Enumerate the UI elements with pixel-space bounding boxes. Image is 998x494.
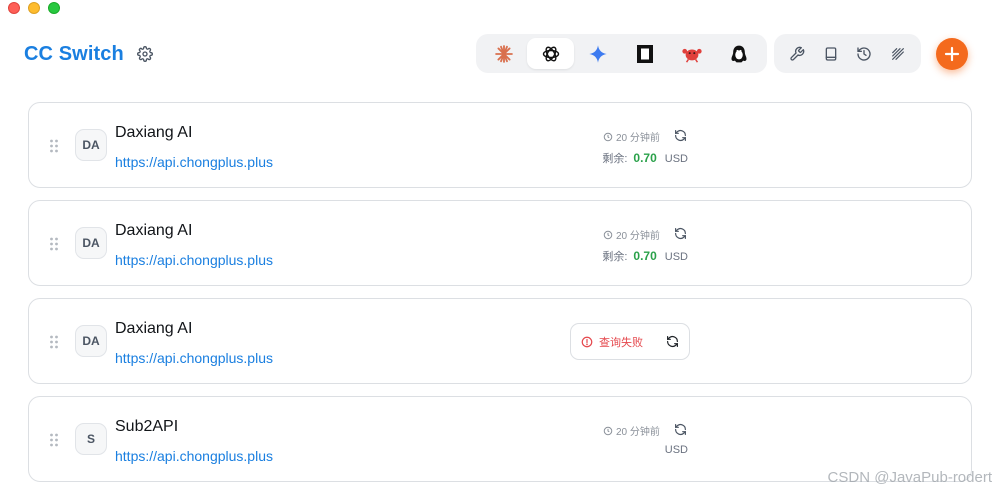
drag-handle-icon[interactable]: [49, 335, 59, 349]
usage-updated-time: 20 分钟前: [603, 423, 660, 438]
refresh-icon: [674, 227, 686, 239]
app-tab-opencode[interactable]: [621, 38, 668, 69]
window-controls: [8, 2, 60, 14]
usage-updated-time: 20 分钟前: [603, 129, 660, 144]
balance: USD: [665, 444, 688, 456]
crab-icon: [681, 48, 702, 63]
clock-icon: [603, 230, 613, 239]
close-window-button[interactable]: [8, 2, 20, 14]
balance: 剩余: 0.70 USD: [602, 150, 688, 166]
openai-icon: [542, 46, 559, 61]
maximize-window-button[interactable]: [48, 2, 60, 14]
provider-card[interactable]: DA Daxiang AI https://api.chongplus.plus…: [28, 200, 972, 286]
penguin-icon: [731, 45, 746, 62]
balance-value: 0.70: [633, 151, 657, 165]
provider-name: Sub2API: [115, 418, 179, 435]
toolbar: [774, 34, 921, 73]
book-icon: [825, 46, 836, 61]
minimize-window-button[interactable]: [28, 2, 40, 14]
prompts-button[interactable]: [884, 40, 912, 68]
claude-icon: [494, 44, 513, 63]
updated-text: 20 分钟前: [616, 231, 660, 242]
updated-text: 20 分钟前: [616, 133, 660, 144]
provider-avatar: DA: [75, 227, 107, 259]
history-button[interactable]: [850, 40, 878, 68]
clock-icon: [603, 132, 613, 141]
plus-icon: [944, 46, 960, 62]
provider-card[interactable]: DA Daxiang AI https://api.chongplus.plus…: [28, 298, 972, 384]
opencode-icon: [636, 44, 653, 63]
app-tab-gemini[interactable]: [574, 38, 621, 69]
balance-currency: USD: [664, 153, 688, 165]
error-text: 查询失败: [599, 336, 643, 349]
balance-label: 剩余:: [602, 251, 628, 263]
settings-button[interactable]: [135, 44, 155, 64]
provider-url-link[interactable]: https://api.chongplus.plus: [115, 350, 273, 366]
refresh-icon: [674, 423, 686, 435]
refresh-usage-button[interactable]: [673, 422, 687, 436]
provider-url-link[interactable]: https://api.chongplus.plus: [115, 154, 273, 170]
app-switcher: [476, 34, 767, 73]
provider-avatar: DA: [75, 325, 107, 357]
alert-circle-icon: [581, 336, 593, 347]
gear-icon: [137, 46, 153, 62]
provider-url-link[interactable]: https://api.chongplus.plus: [115, 448, 273, 464]
balance-value: 0.70: [633, 249, 657, 263]
app-tab-penguin[interactable]: [715, 38, 762, 69]
balance-currency: USD: [664, 251, 688, 263]
app-tab-claude[interactable]: [480, 38, 527, 69]
drag-handle-icon[interactable]: [49, 139, 59, 153]
drag-handle-icon[interactable]: [49, 237, 59, 251]
wrench-icon: [790, 46, 805, 61]
docs-button[interactable]: [817, 40, 845, 68]
prompt-icon: [892, 47, 905, 60]
app-tab-openai[interactable]: [527, 38, 574, 69]
updated-text: 20 分钟前: [616, 427, 660, 438]
app-title: CC Switch: [24, 43, 124, 65]
add-provider-button[interactable]: [936, 38, 968, 70]
refresh-usage-button[interactable]: [673, 128, 687, 142]
balance: 剩余: 0.70 USD: [602, 248, 688, 264]
provider-name: Daxiang AI: [115, 222, 193, 239]
clock-icon: [603, 426, 613, 435]
drag-handle-icon[interactable]: [49, 433, 59, 447]
watermark: CSDN @JavaPub-rodert: [827, 469, 992, 486]
provider-card[interactable]: DA Daxiang AI https://api.chongplus.plus…: [28, 102, 972, 188]
retry-query-button[interactable]: [666, 335, 679, 348]
refresh-icon: [674, 129, 686, 141]
provider-url-link[interactable]: https://api.chongplus.plus: [115, 252, 273, 268]
provider-name: Daxiang AI: [115, 124, 193, 141]
refresh-usage-button[interactable]: [673, 226, 687, 240]
balance-currency: USD: [664, 444, 688, 456]
provider-name: Daxiang AI: [115, 320, 193, 337]
gemini-icon: [588, 44, 607, 63]
usage-updated-time: 20 分钟前: [603, 227, 660, 242]
query-failed-button[interactable]: 查询失败: [570, 323, 690, 360]
provider-avatar: S: [75, 423, 107, 455]
history-icon: [857, 46, 872, 61]
refresh-icon: [667, 336, 678, 347]
balance-label: 剩余:: [602, 153, 628, 165]
provider-avatar: DA: [75, 129, 107, 161]
tools-button[interactable]: [783, 40, 811, 68]
app-tab-crab[interactable]: [668, 38, 715, 69]
